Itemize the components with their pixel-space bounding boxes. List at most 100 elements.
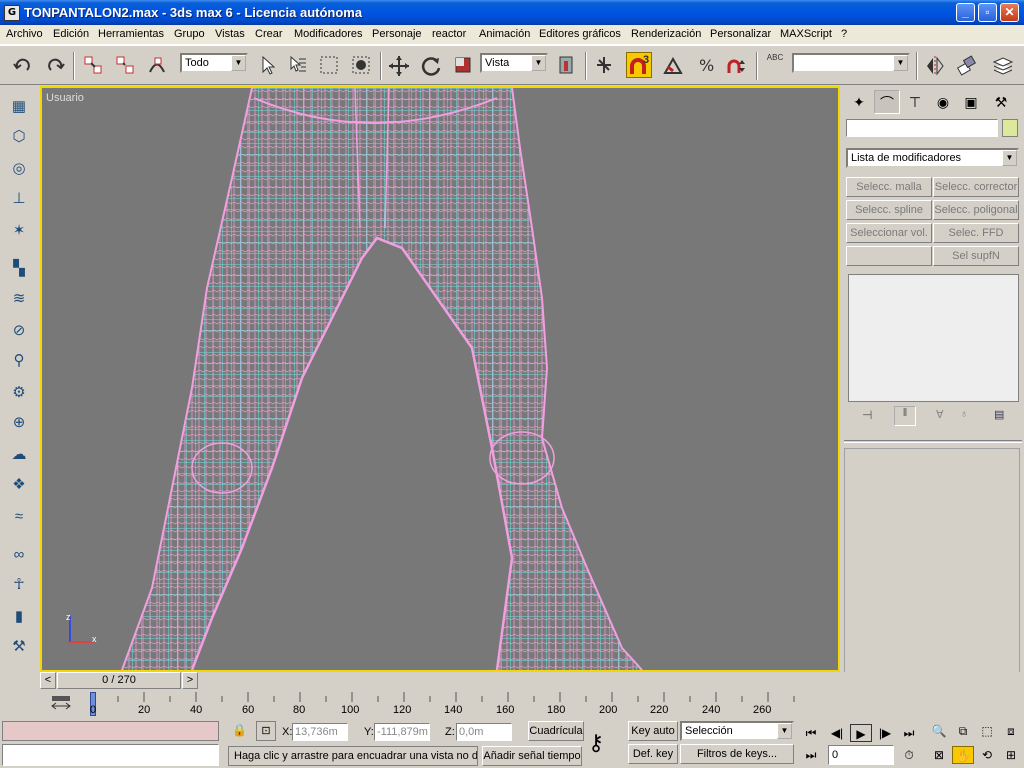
modifier-button[interactable]: Selecc. spline — [846, 200, 932, 220]
menu-modificadores[interactable]: Modificadores — [294, 28, 362, 40]
object-color-swatch[interactable] — [1002, 119, 1018, 137]
menu-grupo[interactable]: Grupo — [174, 28, 205, 40]
mirror-icon[interactable] — [922, 52, 948, 78]
unlink-selection-icon[interactable] — [112, 52, 138, 78]
menu-renderizacion[interactable]: Renderización — [631, 28, 701, 40]
menu-personalizar[interactable]: Personalizar — [710, 28, 771, 40]
pin-stack-icon[interactable]: ⊣ — [862, 408, 872, 422]
current-frame-field[interactable]: 0 — [828, 745, 894, 765]
next-frame-button[interactable]: > — [182, 672, 198, 689]
display-tab-icon[interactable]: ▣ — [958, 90, 984, 114]
helpers-tab-icon[interactable]: ⊕ — [6, 410, 32, 436]
spacewarps-tab-icon[interactable]: ☁ — [6, 442, 32, 468]
tools-tab-icon[interactable]: ⚒ — [6, 634, 32, 660]
angle-snap-icon[interactable] — [660, 52, 686, 78]
modifier-button[interactable] — [846, 246, 932, 266]
time-config-icon[interactable]: ⏱ — [898, 746, 920, 764]
compound-tab-icon[interactable]: ◎ — [6, 156, 32, 182]
biped-tab-icon[interactable]: ☥ — [6, 572, 32, 598]
modifier-stack[interactable] — [848, 274, 1019, 402]
region-zoom-icon[interactable]: ⊠ — [928, 746, 950, 764]
menu-archivo[interactable]: Archivo — [6, 28, 43, 40]
set-key-icon[interactable]: ⚷ — [588, 730, 604, 756]
bones-tab-icon[interactable]: ▮ — [6, 604, 32, 630]
select-and-link-icon[interactable] — [80, 52, 106, 78]
scale-icon[interactable] — [450, 52, 476, 78]
select-by-name-icon[interactable] — [284, 52, 310, 78]
named-selection-dropdown[interactable]: ▼ — [792, 53, 910, 73]
select-object-icon[interactable] — [254, 52, 280, 78]
bind-space-warp-icon[interactable] — [144, 52, 170, 78]
z-coord-field[interactable]: 0,0m — [456, 723, 512, 741]
shapes-tab-icon[interactable]: ⬡ — [6, 124, 32, 150]
zoom-icon[interactable]: 🔍 — [928, 722, 950, 740]
reference-coord-dropdown[interactable]: Vista ▼ — [480, 53, 548, 73]
close-button[interactable]: ✕ — [1000, 3, 1019, 22]
maximize-viewport-icon[interactable]: ⊞ — [1000, 746, 1022, 764]
modifier-button[interactable]: Selecc. malla — [846, 177, 932, 197]
configure-sets-icon[interactable]: ▤ — [994, 408, 1004, 421]
menu-reactor[interactable]: reactor — [432, 28, 466, 40]
modify-tab-icon[interactable]: ⌒ — [874, 90, 900, 114]
loop-tab-icon[interactable]: ∞ — [6, 542, 32, 568]
window-crossing-icon[interactable] — [348, 52, 374, 78]
prev-frame-button[interactable]: < — [40, 672, 56, 689]
trackbar-filter-icon[interactable] — [48, 694, 74, 714]
modifier-button[interactable]: Selecc. poligonal — [933, 200, 1019, 220]
play-icon[interactable]: ▶ — [850, 724, 872, 742]
hierarchy-tab-icon[interactable]: ⊤ — [902, 90, 928, 114]
rotate-icon[interactable] — [418, 52, 444, 78]
manipulate-icon[interactable] — [591, 52, 617, 78]
add-time-tag-button[interactable]: Añadir señal tiempo — [482, 746, 582, 766]
lights-tab-icon[interactable]: ⊥ — [6, 186, 32, 212]
goto-end-icon[interactable]: ⏭ — [898, 724, 920, 742]
menu-edicion[interactable]: Edición — [53, 28, 89, 40]
percent-snap-icon[interactable]: % — [692, 52, 718, 78]
modifier-list-dropdown[interactable]: Lista de modificadores ▼ — [846, 148, 1019, 168]
maxscript-listener-top[interactable] — [2, 721, 219, 741]
modifier-button[interactable]: Seleccionar vol. — [846, 223, 932, 243]
remove-modifier-icon[interactable]: ♁ — [960, 408, 968, 420]
create-tab-icon[interactable]: ✦ — [846, 90, 872, 114]
absolute-mode-icon[interactable]: ⊡ — [256, 721, 276, 741]
modifier-button[interactable]: Sel supfN — [933, 246, 1019, 266]
restore-button[interactable]: ▫ — [978, 3, 997, 22]
x-coord-field[interactable]: 13,736m — [292, 723, 348, 741]
arc-rotate-icon[interactable]: ⟲ — [976, 746, 998, 764]
show-end-result-icon[interactable]: ‖ — [894, 406, 916, 426]
menu-herramientas[interactable]: Herramientas — [98, 28, 164, 40]
lock-icon[interactable]: 🔒 — [232, 723, 247, 737]
menu-editores-graficos[interactable]: Editores gráficos — [539, 28, 621, 40]
modifiers-tab-icon[interactable]: ⚲ — [6, 348, 32, 374]
viewport-user[interactable]: Usuario z x — [40, 86, 840, 672]
zoom-all-icon[interactable]: ⧉ — [952, 722, 974, 740]
menu-maxscript[interactable]: MAXScript — [780, 28, 832, 40]
objects-tab-icon[interactable]: ▦ — [6, 94, 32, 120]
track-bar[interactable]: 0 20 40 60 80 100 120 140 160 180 200 22… — [84, 692, 842, 718]
title-bar[interactable]: G TONPANTALON2.max - 3ds max 6 - Licenci… — [0, 0, 1024, 25]
menu-crear[interactable]: Crear — [255, 28, 283, 40]
time-slider-thumb[interactable]: 0 / 270 — [57, 672, 181, 689]
def-key-button[interactable]: Def. key — [628, 744, 678, 764]
key-filters-button[interactable]: Filtros de keys... — [680, 744, 794, 764]
motion-tab-icon[interactable]: ◉ — [930, 90, 956, 114]
menu-vistas[interactable]: Vistas — [215, 28, 245, 40]
grid-setting[interactable]: Cuadrícula — [528, 721, 584, 741]
rectangular-selection-icon[interactable] — [316, 52, 342, 78]
move-icon[interactable] — [386, 52, 412, 78]
edit-named-selections-icon[interactable]: ABC — [762, 52, 788, 78]
snap-toggle-icon[interactable]: 3 — [626, 52, 652, 78]
menu-animacion[interactable]: Animación — [479, 28, 530, 40]
menu-help[interactable]: ? — [841, 28, 847, 40]
time-slider-track[interactable]: < 0 / 270 > — [40, 672, 840, 690]
menu-personaje[interactable]: Personaje — [372, 28, 422, 40]
pivot-center-icon[interactable] — [553, 52, 579, 78]
modifier-button[interactable]: Selec. FFD — [933, 223, 1019, 243]
zoom-extents-icon[interactable]: ⬚ — [976, 722, 998, 740]
next-key-icon[interactable]: |▶ — [874, 724, 896, 742]
pan-icon[interactable]: ✋ — [952, 746, 974, 764]
minimize-button[interactable]: _ — [956, 3, 975, 22]
key-mode-dropdown[interactable]: Selección ▼ — [680, 721, 794, 741]
utilities-tab-icon[interactable]: ⚒ — [988, 90, 1014, 114]
key-auto-button[interactable]: Key auto — [628, 721, 678, 741]
